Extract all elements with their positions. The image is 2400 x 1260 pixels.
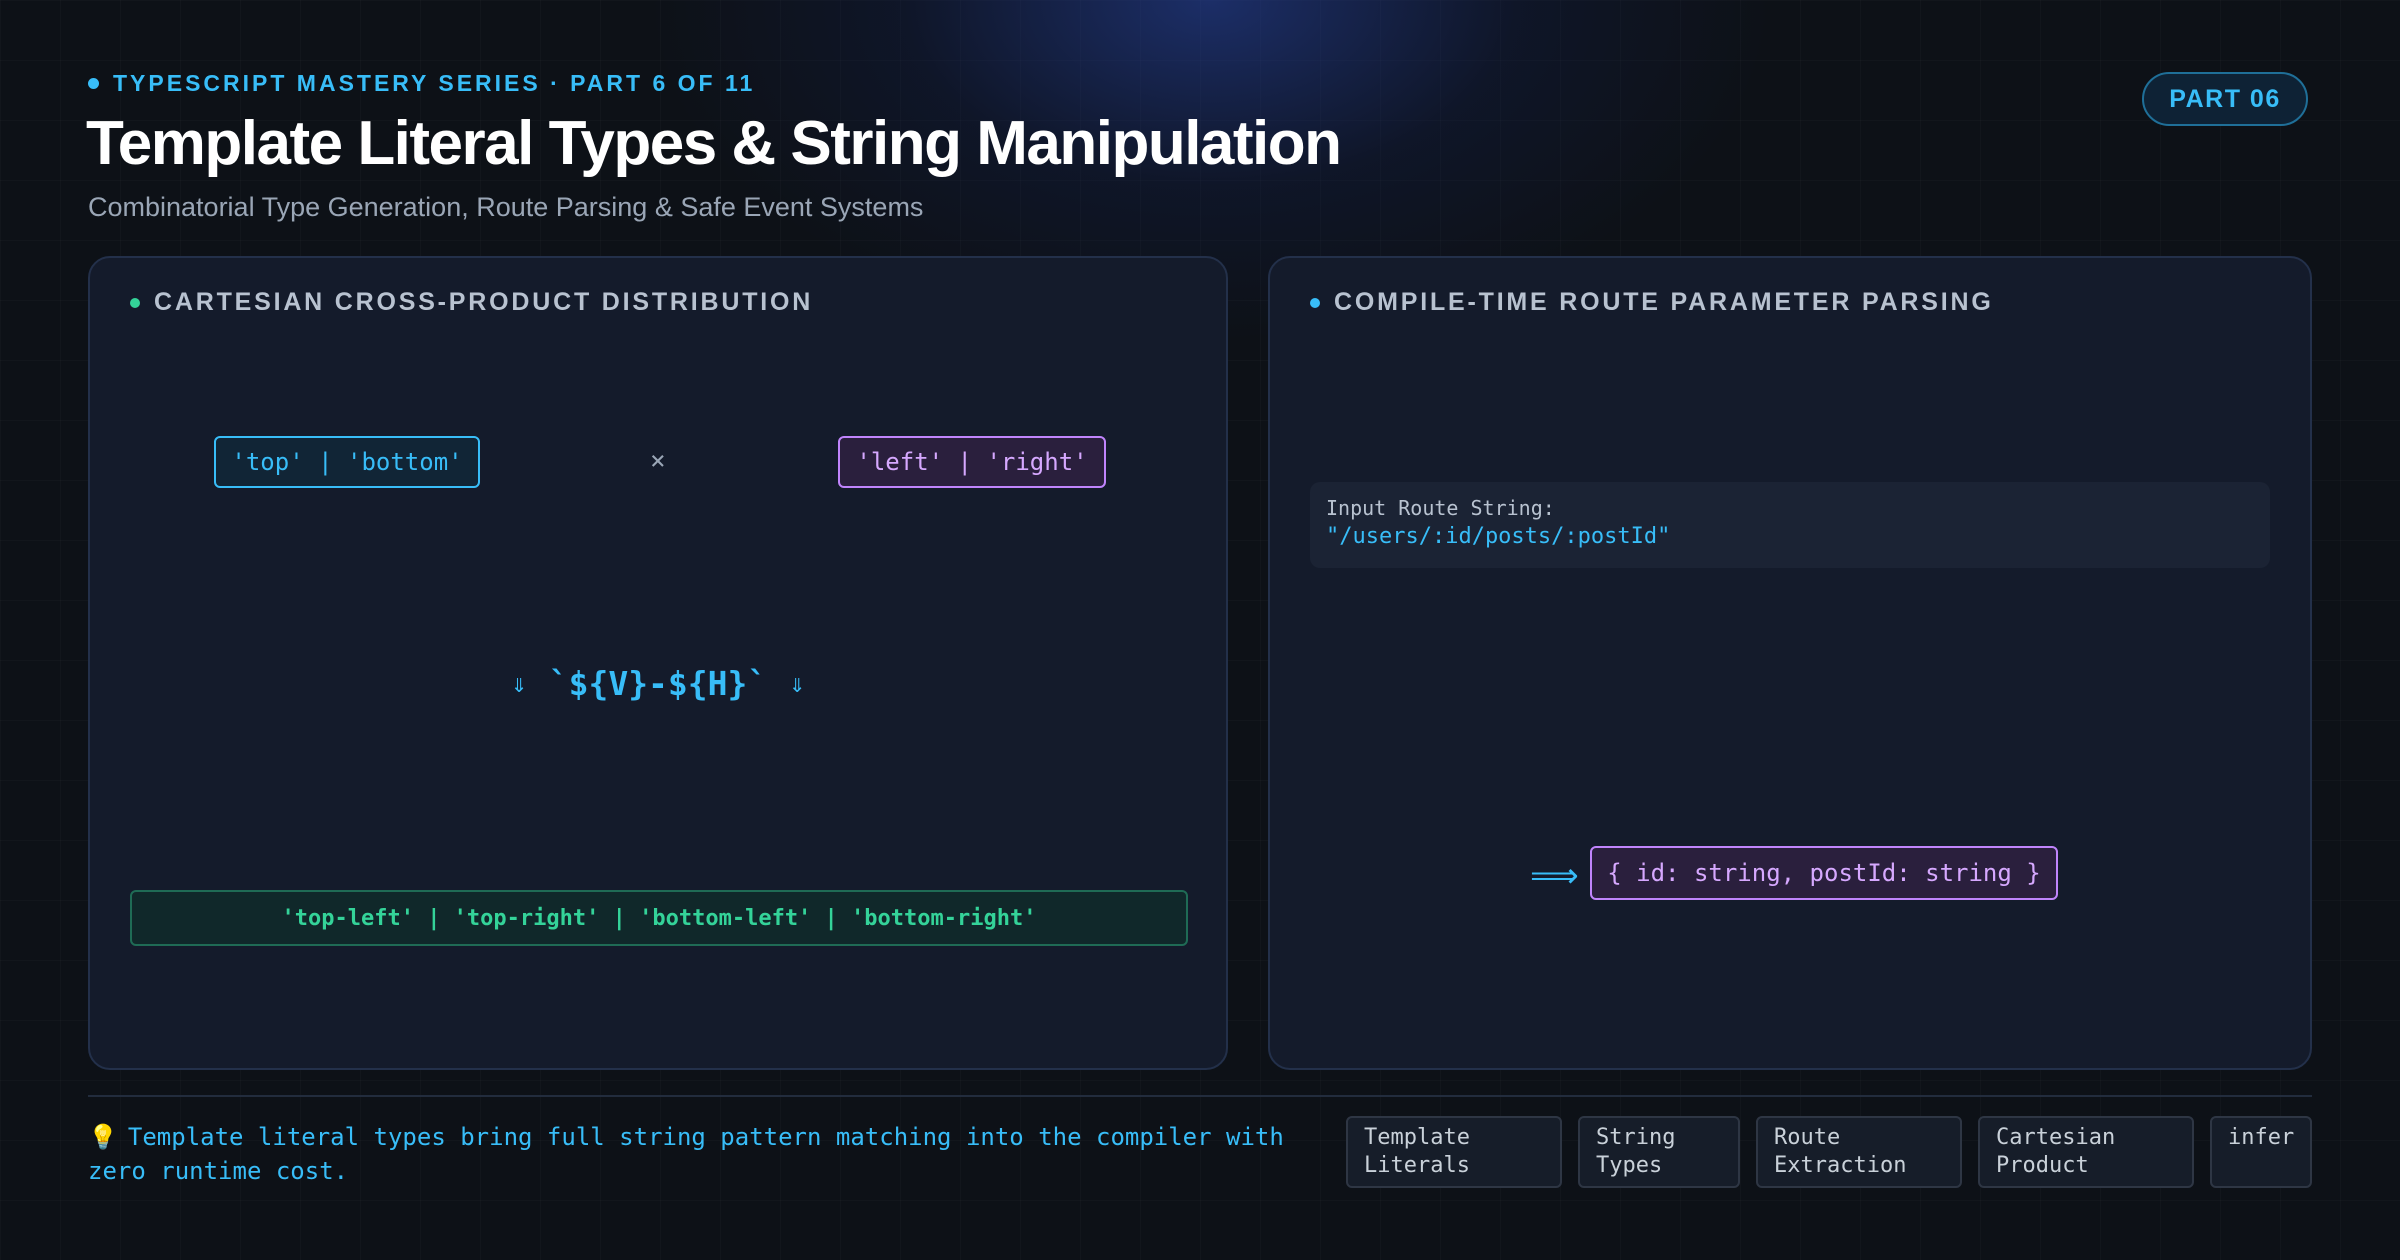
tag-line: Product xyxy=(1996,1153,2089,1178)
vertical-union-chip: 'top' | 'bottom' xyxy=(214,436,480,488)
parsed-params-type: { id: string, postId: string } xyxy=(1590,846,2058,900)
template-expression: `${V}-${H}` xyxy=(548,664,768,703)
down-arrow-icon: ⇓ xyxy=(789,668,805,699)
series-text: TYPESCRIPT MASTERY SERIES · PART 6 OF 11 xyxy=(113,70,756,96)
tag-infer: infer xyxy=(2210,1116,2312,1188)
down-arrow-icon: ⇓ xyxy=(511,668,527,699)
horizontal-union-chip: 'left' | 'right' xyxy=(838,436,1106,488)
tag-string-types: String Types xyxy=(1578,1116,1740,1188)
tag-line: String xyxy=(1596,1125,1676,1150)
tag-line: infer xyxy=(2228,1125,2295,1150)
tag-template-literals: Template Literals xyxy=(1346,1116,1562,1188)
template-expression-row: ⇓ `${V}-${H}` ⇓ xyxy=(90,664,1226,703)
route-panel-title: COMPILE-TIME ROUTE PARAMETER PARSING xyxy=(1334,288,1994,316)
tip-text: Template literal types bring full string… xyxy=(88,1123,1284,1185)
tag-line: Types xyxy=(1596,1153,1663,1178)
tag-line: Extraction xyxy=(1774,1153,1907,1178)
blue-dot-icon xyxy=(1310,297,1320,308)
part-badge: PART 06 xyxy=(2142,72,2308,126)
tip-text-block: 💡 Template literal types bring full strin… xyxy=(88,1120,1318,1188)
route-panel-header: COMPILE-TIME ROUTE PARAMETER PARSING xyxy=(1310,288,1994,317)
route-input-value: "/users/:id/posts/:postId" xyxy=(1326,524,1671,549)
series-dot-icon xyxy=(88,78,99,89)
cartesian-panel-header: CARTESIAN CROSS-PRODUCT DISTRIBUTION xyxy=(130,288,813,317)
page-title: Template Literal Types & String Manipula… xyxy=(86,109,1342,178)
tag-cartesian-product: Cartesian Product xyxy=(1978,1116,2194,1188)
implies-arrow-icon: ⟹ xyxy=(1530,857,1579,895)
tag-line: Route xyxy=(1774,1125,1841,1150)
tag-route-extraction: Route Extraction xyxy=(1756,1116,1962,1188)
cartesian-panel-title: CARTESIAN CROSS-PRODUCT DISTRIBUTION xyxy=(154,288,814,316)
footer-divider xyxy=(88,1095,2312,1097)
route-input-label: Input Route String: xyxy=(1326,496,1555,520)
result-union-bar: 'top-left' | 'top-right' | 'bottom-left'… xyxy=(130,890,1188,946)
route-input-box: Input Route String: "/users/:id/posts/:p… xyxy=(1310,482,2270,568)
tag-line: Cartesian xyxy=(1996,1125,2116,1150)
page-subtitle: Combinatorial Type Generation, Route Par… xyxy=(88,192,924,222)
green-dot-icon xyxy=(130,297,140,308)
lightbulb-icon: 💡 xyxy=(88,1123,118,1151)
route-parsing-panel: COMPILE-TIME ROUTE PARAMETER PARSING Inp… xyxy=(1268,256,2312,1070)
tag-line: Literals xyxy=(1364,1153,1470,1178)
cross-product-operator: × xyxy=(650,446,666,476)
cartesian-panel: CARTESIAN CROSS-PRODUCT DISTRIBUTION 'to… xyxy=(88,256,1228,1070)
tag-line: Template xyxy=(1364,1125,1470,1150)
series-label: TYPESCRIPT MASTERY SERIES · PART 6 OF 11 xyxy=(88,70,755,97)
